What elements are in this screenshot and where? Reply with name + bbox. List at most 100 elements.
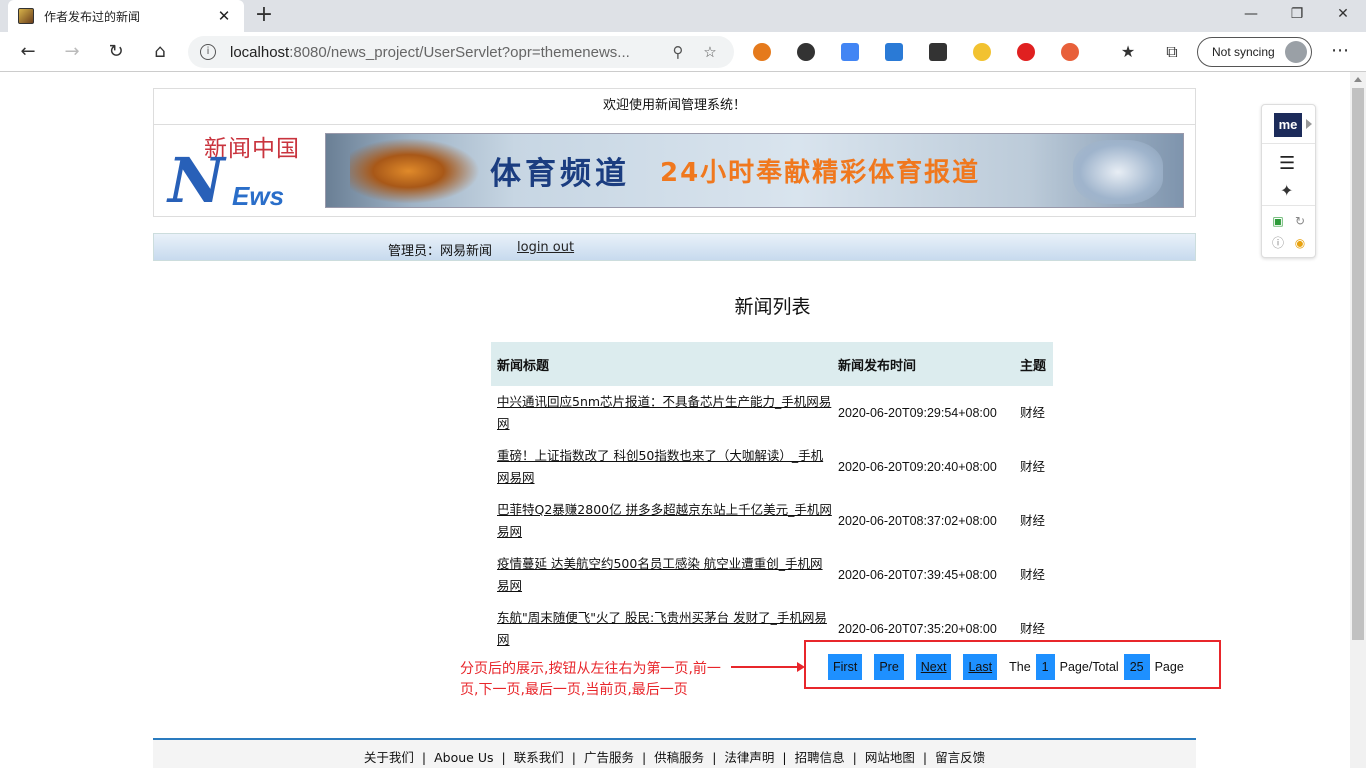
menu-icon[interactable]: ☰	[1279, 153, 1295, 174]
divider	[1262, 205, 1315, 206]
user-bar: 管理员：网易新闻 login out	[153, 233, 1196, 261]
favorites-icon[interactable]: ★	[1114, 38, 1142, 66]
restore-icon[interactable]: ❐	[1274, 0, 1320, 32]
page-label: Page	[1154, 660, 1184, 674]
forward-icon[interactable]: →	[58, 38, 86, 66]
footer-link-supply[interactable]: 供稿服务	[654, 750, 704, 765]
scroll-up-icon[interactable]	[1354, 77, 1362, 82]
news-title-link[interactable]: 中兴通讯回应5nm芯片报道：不具备芯片生产能力_手机网易网	[497, 394, 831, 431]
x-ext-icon[interactable]	[929, 43, 947, 61]
warning-icon[interactable]: ⓘ	[1270, 235, 1286, 251]
news-table: 新闻标题 新闻发布时间 主题 中兴通讯回应5nm芯片报道：不具备芯片生产能力_手…	[491, 342, 1053, 656]
url-host: localhost	[230, 43, 290, 61]
footer-separator: |	[782, 750, 787, 765]
banner-title: 体育频道	[490, 156, 630, 192]
footer-separator: |	[571, 750, 576, 765]
window-close-icon[interactable]: ✕	[1320, 0, 1366, 32]
address-bar[interactable]: i localhost:8080/news_project/UserServle…	[188, 36, 734, 68]
news-time: 2020-06-20T09:20:40+08:00	[838, 460, 997, 474]
cast-icon[interactable]: ▣	[1270, 213, 1286, 229]
zoom-icon[interactable]: ⚲	[666, 43, 690, 61]
tab-close-icon[interactable]: ✕	[214, 7, 234, 25]
banner-athlete-image	[350, 138, 480, 204]
news-time: 2020-06-20T09:29:54+08:00	[838, 406, 997, 420]
favorite-star-icon[interactable]: ☆	[698, 43, 722, 61]
news-theme: 财经	[1020, 405, 1046, 420]
footer-separator: |	[641, 750, 647, 765]
banner-slogan: 24小时奉献精彩体育报道	[660, 158, 981, 188]
footer-link-about-en[interactable]: Aboue Us	[434, 750, 493, 765]
tab-strip: 作者发布过的新闻 ✕ + — ❐ ✕	[0, 0, 1366, 32]
logout-link[interactable]: login out	[517, 240, 574, 255]
footer-separator: |	[421, 750, 427, 765]
news-title-link[interactable]: 巴菲特Q2暴赚2800亿 拼多多超越京东站上千亿美元_手机网易网	[497, 502, 832, 539]
first-page-button[interactable]: First	[828, 654, 863, 680]
tab-title: 作者发布过的新闻	[44, 9, 141, 24]
current-page-number: 1	[1035, 654, 1055, 680]
table-row: 巴菲特Q2暴赚2800亿 拼多多超越京东站上千亿美元_手机网易网 2020-06…	[491, 494, 1053, 548]
footer-link-sitemap[interactable]: 网站地图	[865, 750, 915, 765]
banner-ball-image	[1073, 140, 1163, 204]
footer-link-ads[interactable]: 广告服务	[584, 750, 634, 765]
table-row: 中兴通讯回应5nm芯片报道：不具备芯片生产能力_手机网易网 2020-06-20…	[491, 386, 1053, 440]
divider	[1262, 143, 1315, 144]
pagination: First Pre Next Last The 1 Page/Total 25 …	[828, 654, 1184, 680]
news-title-link[interactable]: 重磅！上证指数改了 科创50指数也来了（大咖解读）_手机网易网	[497, 448, 823, 485]
red-shield-ext-icon[interactable]	[1017, 43, 1035, 61]
news-title-link[interactable]: 疫情蔓延 达美航空约500名员工感染 航空业遭重创_手机网易网	[497, 556, 823, 593]
firefox-ext-icon[interactable]	[753, 43, 771, 61]
vertical-scrollbar[interactable]	[1350, 72, 1366, 768]
reload-icon[interactable]: ↻	[1292, 213, 1308, 229]
footer-link-about[interactable]: 关于我们	[364, 750, 414, 765]
column-header-title: 新闻标题	[491, 342, 832, 386]
sync-label: Not syncing	[1212, 45, 1275, 59]
footer-link-legal[interactable]: 法律声明	[724, 750, 774, 765]
column-header-theme: 主题	[1014, 342, 1053, 386]
footer-separator: |	[712, 750, 717, 765]
logo-n: N	[168, 144, 225, 217]
prev-page-button[interactable]: Pre	[874, 654, 904, 680]
people-ext-icon[interactable]	[1061, 43, 1079, 61]
page-the-label: The	[1009, 660, 1031, 674]
footer-separator: |	[922, 750, 928, 765]
browser-tab[interactable]: 作者发布过的新闻 ✕	[8, 0, 244, 32]
page-title: 新闻列表	[734, 296, 811, 318]
minimize-icon[interactable]: —	[1228, 0, 1274, 32]
next-page-button[interactable]: Next	[915, 654, 952, 680]
collections-icon[interactable]: ⧉	[1158, 38, 1186, 66]
news-title-link[interactable]: 东航"周末随便飞"火了 股民:飞贵州买茅台 发财了_手机网易网	[497, 610, 827, 647]
footer-link-feedback[interactable]: 留言反馈	[935, 750, 985, 765]
footer-link-contact[interactable]: 联系我们	[514, 750, 564, 765]
magic-wand-icon[interactable]: ✦	[1280, 181, 1293, 200]
blue-cap-ext-icon[interactable]	[885, 43, 903, 61]
url-path: :8080/news_project/UserServlet?opr=theme…	[289, 43, 630, 61]
page-total-label: Page/Total	[1059, 660, 1119, 674]
page-content: 欢迎使用新闻管理系统！ 新闻中国 N Ews 体育频道 24小时奉献精彩体育报道…	[0, 72, 1350, 768]
info-icon[interactable]: i	[200, 44, 216, 60]
browser-toolbar: ← → ↻ ⌂ i localhost:8080/news_project/Us…	[0, 32, 1366, 72]
scrollbar-thumb[interactable]	[1352, 88, 1364, 640]
translate-ext-icon[interactable]	[841, 43, 859, 61]
url-text[interactable]: localhost:8080/news_project/UserServlet?…	[230, 44, 658, 61]
eye-icon[interactable]: ◉	[1292, 235, 1308, 251]
welcome-text: 欢迎使用新闻管理系统！	[153, 88, 1196, 124]
site-header: 新闻中国 N Ews 体育频道 24小时奉献精彩体育报道	[153, 124, 1196, 217]
sync-button[interactable]: Not syncing	[1197, 37, 1312, 67]
extension-side-panel: me ☰ ✦ ▣ ↻ ⓘ ◉	[1261, 104, 1316, 258]
total-page-number: 25	[1123, 654, 1150, 680]
footer-link-jobs[interactable]: 招聘信息	[795, 750, 845, 765]
more-icon[interactable]: ⋯	[1326, 38, 1354, 66]
dark-circle-ext-icon[interactable]	[797, 43, 815, 61]
footer-separator: |	[852, 750, 857, 765]
expand-arrow-icon[interactable]	[1306, 119, 1312, 129]
avatar	[1285, 41, 1307, 63]
new-tab-button[interactable]: +	[252, 4, 276, 28]
back-icon[interactable]: ←	[14, 38, 42, 66]
logo-ews: Ews	[232, 181, 285, 211]
me-extension-icon[interactable]: me	[1274, 113, 1302, 137]
refresh-icon[interactable]: ↻	[102, 38, 130, 66]
last-page-button[interactable]: Last	[963, 654, 998, 680]
compass-ext-icon[interactable]	[973, 43, 991, 61]
home-icon[interactable]: ⌂	[146, 38, 174, 66]
news-time: 2020-06-20T07:39:45+08:00	[838, 568, 997, 582]
